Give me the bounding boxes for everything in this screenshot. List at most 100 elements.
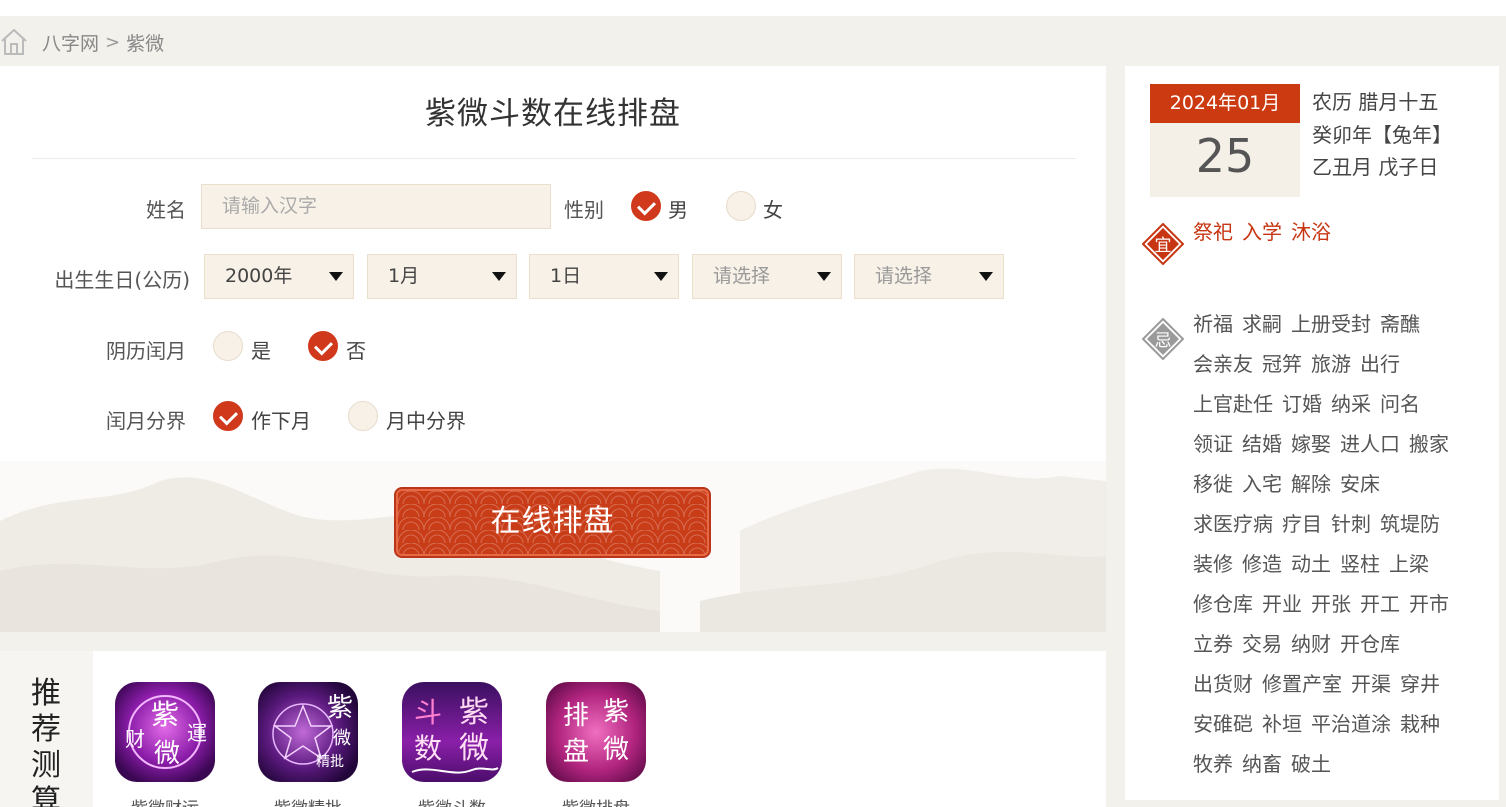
ji-row: 求医疗病 疗目 针刺 筑堤防 [1193, 504, 1493, 544]
ji-item: 破土 [1291, 752, 1331, 776]
yi-item: 入学 [1242, 220, 1282, 244]
app-ziwei-doushu-name[interactable]: 紫微斗数 [402, 794, 502, 807]
leap-no-label[interactable]: 否 [346, 335, 366, 364]
leap-no-radio[interactable] [308, 331, 338, 361]
svg-text:紫: 紫 [459, 695, 489, 730]
ji-item: 出货财 [1193, 672, 1253, 696]
lunar-year: 癸卯年【兔年】 [1312, 122, 1452, 147]
svg-text:微: 微 [459, 731, 489, 766]
caret-down-icon [654, 272, 668, 281]
ji-row: 出货财 修置产室 开渠 穿井 [1193, 664, 1493, 704]
ji-item: 求医疗病 [1193, 512, 1273, 536]
almanac-panel: 2024年01月 25 农历 腊月十五 癸卯年【兔年】 乙丑月 戊子日 宜 祭祀… [1125, 66, 1499, 800]
minute-select[interactable]: 请选择 [854, 254, 1004, 299]
ji-item: 嫁娶 [1291, 432, 1331, 456]
ji-item: 纳畜 [1242, 752, 1282, 776]
ji-row: 祈福 求嗣 上册受封 斋醮 [1193, 304, 1493, 344]
year-select[interactable]: 2000年 [204, 254, 354, 299]
name-input[interactable]: 请输入汉字 [201, 184, 551, 229]
submit-chart-label: 在线排盘 [490, 504, 615, 539]
ji-item: 修仓库 [1193, 592, 1253, 616]
svg-text:紫: 紫 [327, 693, 353, 723]
caret-down-icon [329, 272, 343, 281]
month-select[interactable]: 1月 [367, 254, 517, 299]
caret-down-icon [817, 272, 831, 281]
split-mid-month-radio[interactable] [348, 401, 378, 431]
app-ziwei-detailed[interactable]: 紫 微 精批 紫微精批 [258, 682, 358, 807]
gender-female-label[interactable]: 女 [763, 194, 783, 223]
ji-item: 进人口 [1340, 432, 1400, 456]
svg-text:運: 運 [187, 721, 207, 745]
app-ziwei-detailed-name[interactable]: 紫微精批 [258, 794, 358, 807]
svg-text:紫: 紫 [603, 697, 629, 727]
name-label: 姓名 [146, 198, 186, 222]
app-ziwei-wealth[interactable]: 紫 微 财 運 紫微财运 [115, 682, 215, 807]
ji-row: 上官赴任 订婚 纳采 问名 [1193, 384, 1493, 424]
app-ziwei-chart-name[interactable]: 紫微排盘 [546, 794, 646, 807]
day-select[interactable]: 1日 [529, 254, 679, 299]
svg-text:财: 财 [125, 727, 145, 751]
split-mid-month-label[interactable]: 月中分界 [386, 405, 466, 434]
month-select-value: 1月 [388, 265, 420, 287]
ji-item: 修造 [1242, 552, 1282, 576]
gender-label: 性别 [564, 198, 604, 222]
top-strip [0, 0, 1506, 16]
split-next-month-label[interactable]: 作下月 [251, 405, 311, 434]
ji-row: 装修 修造 动土 竖柱 上梁 [1193, 544, 1493, 584]
svg-text:紫: 紫 [151, 698, 179, 731]
ji-item: 开仓库 [1340, 632, 1400, 656]
gender-male-label[interactable]: 男 [668, 194, 688, 223]
ji-item: 平治道涂 [1311, 712, 1391, 736]
gender-male-radio[interactable] [631, 191, 661, 221]
ji-item: 竖柱 [1340, 552, 1380, 576]
ji-item: 安床 [1340, 472, 1380, 496]
yi-item: 祭祀 [1193, 220, 1233, 244]
ji-item: 结婚 [1242, 432, 1282, 456]
hour-select[interactable]: 请选择 [692, 254, 842, 299]
caret-down-icon [979, 272, 993, 281]
ziwei-doushu-icon[interactable]: 斗 紫 数 微 [402, 682, 502, 782]
ji-item: 斋醮 [1380, 312, 1420, 336]
ziwei-chart-icon[interactable]: 排 紫 盘 微 [546, 682, 646, 782]
home-icon[interactable] [0, 27, 28, 57]
leap-month-label: 阴历闰月 [106, 339, 186, 363]
gender-female-radio[interactable] [726, 191, 756, 221]
ji-item: 上官赴任 [1193, 392, 1273, 416]
ziwei-detailed-icon[interactable]: 紫 微 精批 [258, 682, 358, 782]
app-ziwei-chart[interactable]: 排 紫 盘 微 紫微排盘 [546, 682, 646, 807]
ji-item: 冠笄 [1262, 352, 1302, 376]
svg-text:数: 数 [414, 732, 442, 765]
split-next-month-radio[interactable] [213, 401, 243, 431]
yi-item: 沐浴 [1291, 220, 1331, 244]
svg-text:排: 排 [563, 701, 589, 731]
leap-split-label: 闰月分界 [106, 409, 186, 433]
title-divider [32, 158, 1076, 159]
ji-item: 纳采 [1331, 392, 1371, 416]
ziwei-wealth-icon[interactable]: 紫 微 财 運 [115, 682, 215, 782]
app-ziwei-wealth-name[interactable]: 紫微财运 [115, 794, 215, 807]
ji-item: 开工 [1360, 592, 1400, 616]
breadcrumb: 八字网 > 紫微 [0, 24, 164, 60]
ji-row: 安碓硙 补垣 平治道涂 栽种 [1193, 704, 1493, 744]
birthday-label: 出生生日(公历) [54, 268, 190, 292]
ji-item: 上梁 [1389, 552, 1429, 576]
leap-yes-label[interactable]: 是 [251, 335, 271, 364]
ji-row: 领证 结婚 嫁娶 进人口 搬家 [1193, 424, 1493, 464]
ji-item: 出行 [1360, 352, 1400, 376]
page-title: 紫微斗数在线排盘 [425, 96, 681, 132]
ji-item: 筑堤防 [1380, 512, 1440, 536]
svg-text:微: 微 [603, 735, 629, 765]
ji-list: 祈福 求嗣 上册受封 斋醮 会亲友 冠笄 旅游 出行 上官赴任 订婚 纳采 问名 领证 结婚 嫁娶 进人口 搬家… [1193, 304, 1493, 784]
ziwei-form-panel: 紫微斗数在线排盘 姓名 请输入汉字 性别 男 女 出生生日(公历) 2000年 … [0, 66, 1106, 632]
day-select-value: 1日 [550, 265, 582, 287]
submit-chart-button[interactable]: 在线排盘 [396, 489, 709, 556]
breadcrumb-home-link[interactable]: 八字网 [42, 29, 99, 56]
ji-item: 上册受封 [1291, 312, 1371, 336]
ji-item: 交易 [1242, 632, 1282, 656]
ji-item: 装修 [1193, 552, 1233, 576]
ji-row: 立券 交易 纳财 开仓库 [1193, 624, 1493, 664]
svg-text:盘: 盘 [563, 737, 589, 767]
app-ziwei-doushu[interactable]: 斗 紫 数 微 紫微斗数 [402, 682, 502, 807]
leap-yes-radio[interactable] [213, 331, 243, 361]
svg-text:微: 微 [154, 739, 180, 769]
